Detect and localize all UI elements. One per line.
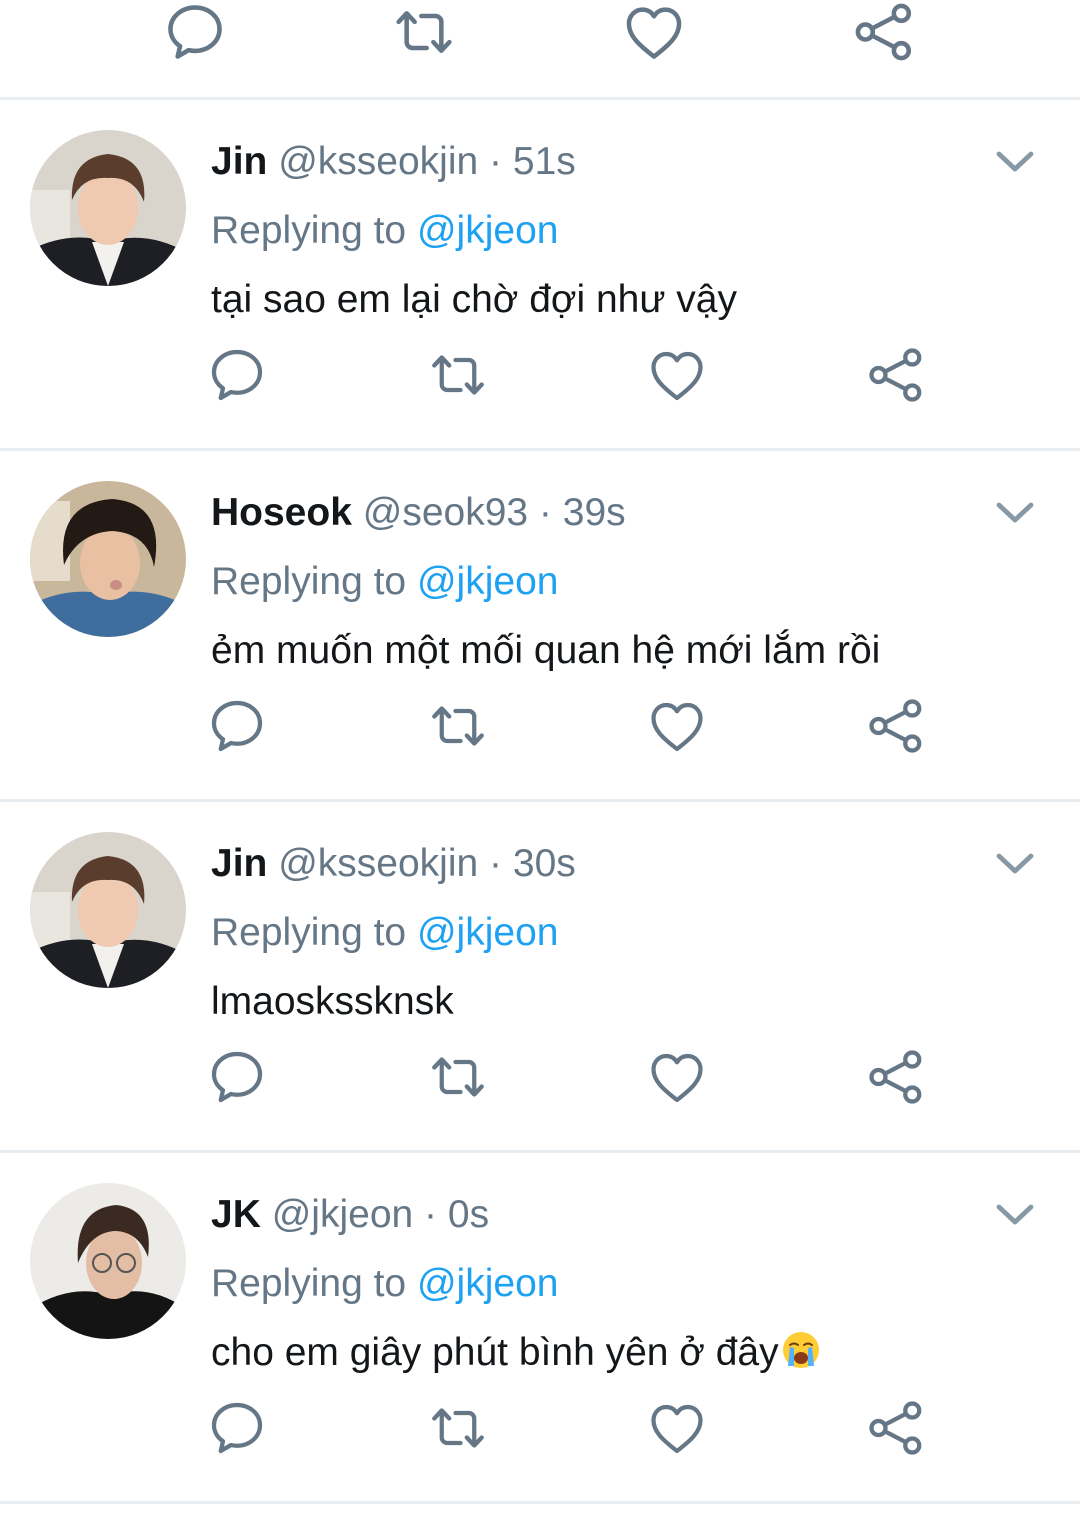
replying-handle-link[interactable]: @jkjeon	[417, 1262, 559, 1305]
display-name[interactable]: Hoseok	[211, 491, 352, 534]
replying-to: Replying to @jkjeon	[211, 905, 558, 961]
like-button[interactable]	[647, 696, 707, 756]
more-options-button[interactable]	[990, 844, 1040, 884]
more-options-button[interactable]	[990, 493, 1040, 533]
timestamp[interactable]: 51s	[513, 140, 576, 183]
tweet-text: cho em giây phút bình yên ở đây	[211, 1325, 821, 1386]
retweet-button[interactable]	[428, 696, 488, 756]
avatar[interactable]	[30, 832, 186, 988]
tweet[interactable]: JK @jkjeon · 0s Replying to @jkjeon cho …	[0, 1153, 1080, 1504]
retweet-icon	[428, 1047, 488, 1107]
share-button[interactable]	[866, 345, 926, 405]
display-name[interactable]: JK	[211, 1193, 261, 1236]
handle[interactable]: @ksseokjin	[278, 140, 478, 183]
share-button[interactable]	[866, 1047, 926, 1107]
tweet-text: tại sao em lại chờ đợi như vậy	[211, 278, 737, 321]
reply-button[interactable]	[207, 1047, 267, 1107]
replying-label: Replying to	[211, 209, 417, 252]
tweet-header: JK @jkjeon · 0s	[211, 1187, 489, 1243]
tweet-header: Hoseok @seok93 · 39s	[211, 485, 626, 541]
retweet-button[interactable]	[392, 0, 456, 64]
avatar[interactable]	[30, 481, 186, 637]
like-button[interactable]	[647, 1047, 707, 1107]
replying-label: Replying to	[211, 911, 417, 954]
share-icon	[866, 1398, 926, 1458]
replying-handle-link[interactable]: @jkjeon	[417, 911, 559, 954]
tweet-text: lmaosksskns​k	[211, 980, 454, 1023]
replying-handle-link[interactable]: @jkjeon	[417, 209, 559, 252]
handle[interactable]: @seok93	[363, 491, 528, 534]
tweet-header: Jin @ksseokjin · 30s	[211, 836, 576, 892]
reply-button[interactable]	[207, 696, 267, 756]
share-button[interactable]	[866, 1398, 926, 1458]
heart-icon	[647, 345, 707, 405]
more-options-button[interactable]	[990, 142, 1040, 182]
reply-icon	[163, 0, 227, 64]
timestamp[interactable]: 30s	[513, 842, 576, 885]
share-icon	[866, 696, 926, 756]
share-icon	[852, 0, 916, 64]
chevron-down-icon	[991, 1191, 1039, 1239]
tweet[interactable]: Hoseok @seok93 · 39s Replying to @jkjeon…	[0, 451, 1080, 802]
more-options-button[interactable]	[990, 1195, 1040, 1235]
reply-icon	[207, 1047, 267, 1107]
separator: ·	[528, 491, 563, 534]
replying-handle-link[interactable]: @jkjeon	[417, 560, 559, 603]
reply-button[interactable]	[163, 0, 227, 64]
retweet-button[interactable]	[428, 1398, 488, 1458]
display-name[interactable]: Jin	[211, 842, 267, 885]
tweet[interactable]: Jin @ksseokjin · 30s Replying to @jkjeon…	[0, 802, 1080, 1153]
previous-tweet-actions	[0, 0, 1080, 100]
heart-icon	[647, 1398, 707, 1458]
loudly-crying-face-emoji	[781, 1330, 821, 1386]
chevron-down-icon	[991, 489, 1039, 537]
reply-icon	[207, 1398, 267, 1458]
share-button[interactable]	[866, 696, 926, 756]
timestamp[interactable]: 0s	[448, 1193, 489, 1236]
replying-label: Replying to	[211, 1262, 417, 1305]
retweet-button[interactable]	[428, 345, 488, 405]
timestamp[interactable]: 39s	[563, 491, 626, 534]
share-icon	[866, 1047, 926, 1107]
heart-icon	[647, 1047, 707, 1107]
retweet-icon	[428, 345, 488, 405]
separator: ·	[413, 1193, 448, 1236]
handle[interactable]: @ksseokjin	[278, 842, 478, 885]
retweet-icon	[428, 1398, 488, 1458]
separator: ·	[478, 842, 513, 885]
like-button[interactable]	[647, 345, 707, 405]
retweet-button[interactable]	[428, 1047, 488, 1107]
tweet-header: Jin @ksseokjin · 51s	[211, 134, 576, 190]
chevron-down-icon	[991, 138, 1039, 186]
reply-button[interactable]	[207, 345, 267, 405]
like-button[interactable]	[622, 0, 686, 64]
heart-icon	[647, 696, 707, 756]
share-icon	[866, 345, 926, 405]
reply-button[interactable]	[207, 1398, 267, 1458]
tweet-text: ẻm muốn một mối quan hệ mới lắm rồi	[211, 629, 881, 672]
retweet-icon	[428, 696, 488, 756]
like-button[interactable]	[647, 1398, 707, 1458]
retweet-icon	[392, 0, 456, 64]
display-name[interactable]: Jin	[211, 140, 267, 183]
avatar[interactable]	[30, 130, 186, 286]
replying-label: Replying to	[211, 560, 417, 603]
share-button[interactable]	[852, 0, 916, 64]
reply-icon	[207, 345, 267, 405]
avatar[interactable]	[30, 1183, 186, 1339]
separator: ·	[478, 140, 513, 183]
reply-icon	[207, 696, 267, 756]
tweet-text-content: cho em giây phút bình yên ở đây	[211, 1331, 779, 1374]
chevron-down-icon	[991, 840, 1039, 888]
replying-to: Replying to @jkjeon	[211, 1256, 558, 1312]
replying-to: Replying to @jkjeon	[211, 554, 558, 610]
heart-icon	[622, 0, 686, 64]
replying-to: Replying to @jkjeon	[211, 203, 558, 259]
handle[interactable]: @jkjeon	[272, 1193, 414, 1236]
tweet[interactable]: Jin @ksseokjin · 51s Replying to @jkjeon…	[0, 100, 1080, 451]
